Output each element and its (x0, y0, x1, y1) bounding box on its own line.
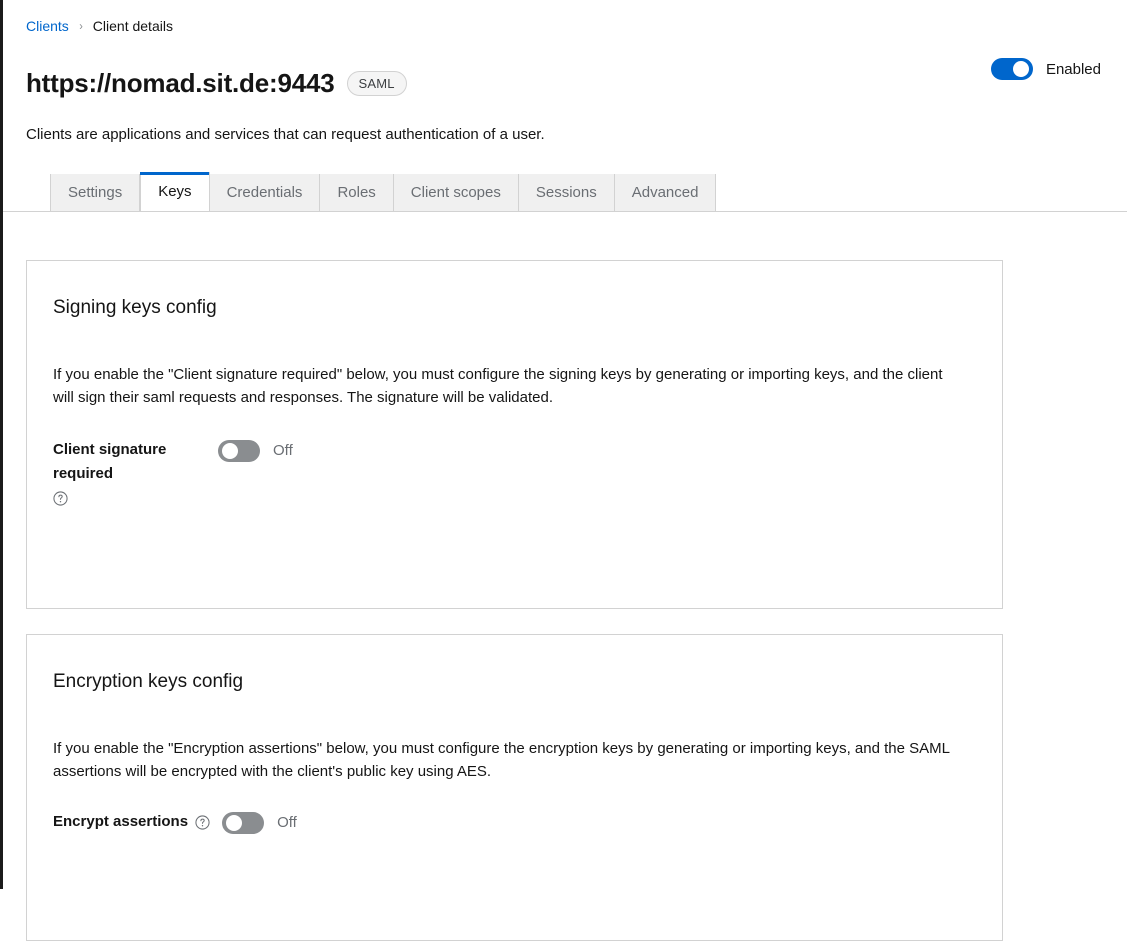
tab-roles[interactable]: Roles (320, 173, 394, 212)
encrypt-assertions-label: Encrypt assertions (53, 810, 210, 834)
signing-keys-description: If you enable the "Client signature requ… (53, 365, 943, 406)
help-circle-icon[interactable] (53, 491, 68, 506)
client-signature-required-label: Client signature required (53, 438, 218, 506)
sidebar-collapsed-edge (0, 0, 3, 889)
encrypt-assertions-control: Off (222, 810, 297, 834)
tab-sessions[interactable]: Sessions (518, 173, 615, 212)
client-signature-required-label-text: Client signature required (53, 440, 167, 482)
client-signature-required-control: Off (218, 438, 293, 462)
client-signature-required-toggle[interactable] (218, 439, 260, 462)
encryption-keys-title: Encryption keys config (53, 670, 244, 692)
signing-card-spacer (53, 506, 976, 584)
tabs-underline (0, 210, 1127, 212)
client-signature-required-row: Client signature required Off (53, 438, 976, 506)
encryption-keys-description: If you enable the "Encryption assertions… (53, 739, 950, 780)
client-enabled-label: Enabled (1045, 60, 1101, 78)
toggle-knob (222, 442, 238, 459)
tab-list: Settings Keys Credentials Roles Client s… (50, 171, 1127, 212)
tab-advanced[interactable]: Advanced (614, 173, 717, 212)
page-title: https://nomad.sit.de:9443 (26, 68, 335, 99)
main-content: Signing keys config If you enable the "C… (0, 212, 1127, 941)
tabs-container: Settings Keys Credentials Roles Client s… (0, 171, 1127, 212)
page-subtitle: Clients are applications and services th… (26, 125, 545, 143)
title-row: https://nomad.sit.de:9443 SAML (26, 50, 1103, 117)
encryption-card-spacer (53, 834, 976, 916)
client-details-page: Clients › Client details https://nomad.s… (0, 0, 1127, 941)
toggle-knob (226, 814, 243, 831)
chevron-right-icon: › (78, 19, 83, 33)
signing-keys-title: Signing keys config (53, 296, 217, 318)
client-enabled-group: Enabled (990, 58, 1101, 80)
help-circle-icon[interactable] (195, 815, 210, 830)
encrypt-assertions-row: Encrypt assertions Off (53, 810, 976, 834)
encryption-keys-card: Encryption keys config If you enable the… (26, 633, 1003, 941)
tab-credentials[interactable]: Credentials (209, 173, 321, 212)
encrypt-assertions-toggle[interactable] (222, 811, 265, 834)
tab-client-scopes[interactable]: Client scopes (393, 173, 519, 212)
breadcrumb-item-client-details: Client details (92, 18, 173, 34)
page-header: Clients › Client details https://nomad.s… (0, 0, 1127, 146)
encrypt-assertions-state: Off (277, 814, 297, 832)
breadcrumb-item-clients[interactable]: Clients (26, 17, 69, 35)
tab-settings[interactable]: Settings (50, 173, 141, 212)
toggle-knob (1012, 61, 1029, 77)
client-signature-required-state: Off (273, 442, 293, 460)
signing-keys-card: Signing keys config If you enable the "C… (26, 259, 1003, 609)
encrypt-assertions-label-text: Encrypt assertions (53, 812, 189, 830)
breadcrumb: Clients › Client details (26, 16, 1103, 36)
protocol-badge: SAML (346, 70, 407, 96)
tab-keys[interactable]: Keys (140, 171, 210, 212)
client-enabled-toggle[interactable] (990, 58, 1033, 80)
